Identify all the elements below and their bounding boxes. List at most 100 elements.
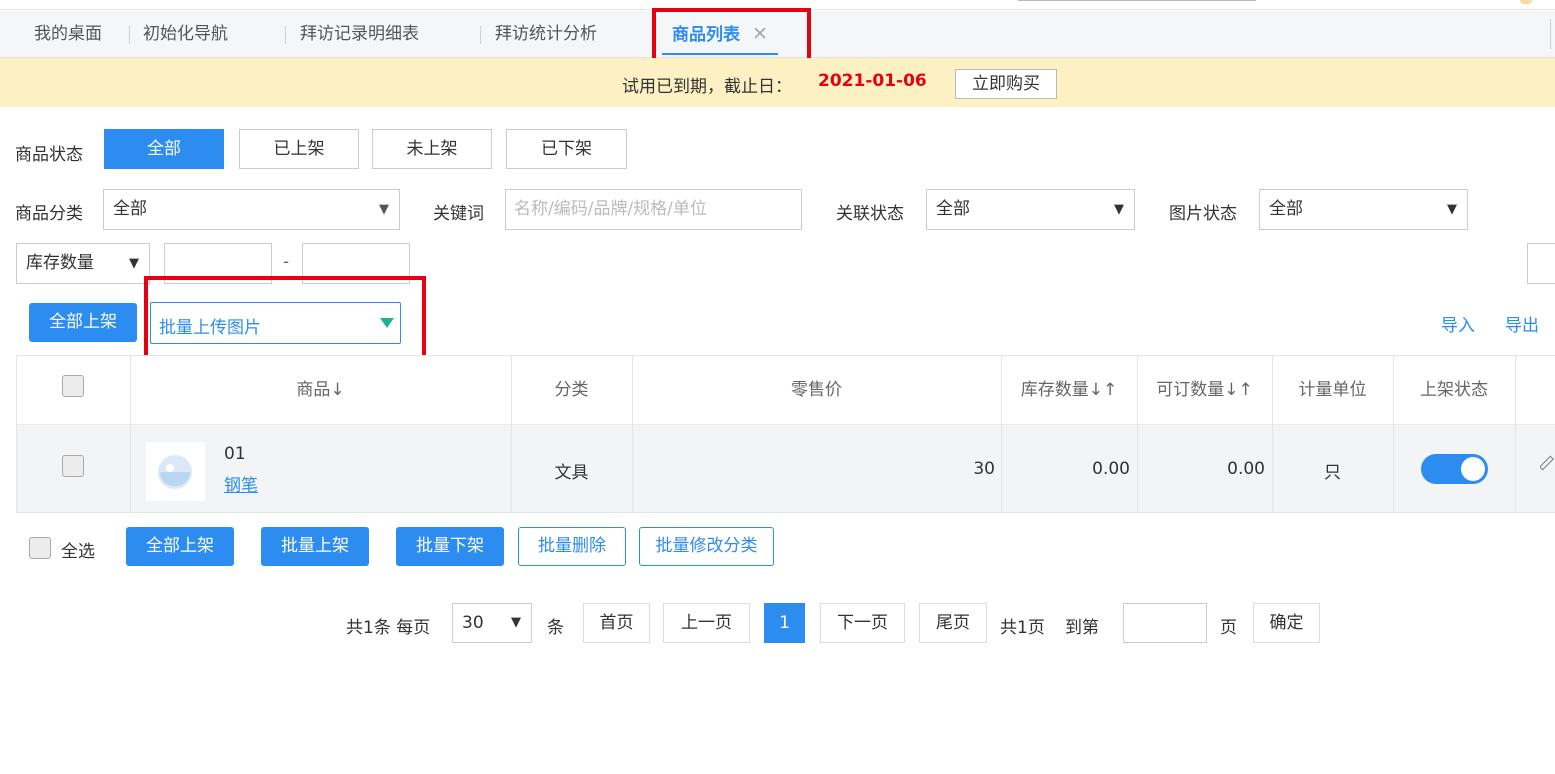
stock-max-input[interactable] (302, 243, 410, 284)
pen-shape (1540, 455, 1554, 471)
tab-label: 拜访统计分析 (495, 24, 597, 44)
stock-min-input[interactable] (164, 243, 272, 284)
product-code: 01 (224, 444, 246, 464)
tab-visit-stats[interactable]: 拜访统计分析 (495, 11, 597, 58)
image-status-value: 全部 (1269, 199, 1303, 219)
stock-field-value: 库存数量 (26, 253, 94, 273)
batch-upload-image-select[interactable]: 批量上传图片 (150, 302, 401, 344)
tab-init-nav[interactable]: 初始化导航 (143, 11, 228, 58)
product-image-placeholder-icon[interactable] (146, 442, 205, 501)
expire-date: 2021-01-06 (818, 71, 927, 91)
last-page-button[interactable]: 尾页 (919, 603, 987, 643)
product-category: 文具 (554, 463, 589, 483)
keyword-input[interactable]: 名称/编码/品牌/规格/单位 (505, 189, 802, 230)
batch-modify-category-button[interactable]: 批量修改分类 (639, 527, 774, 566)
bottom-all-on-shelf-button[interactable]: 全部上架 (126, 527, 234, 566)
tab-separator (480, 26, 481, 44)
product-stock: 0.00 (1092, 459, 1130, 479)
table-col-divider (130, 356, 131, 513)
tab-active-underline (662, 53, 778, 55)
status-off-shelf-button[interactable]: 已下架 (506, 129, 627, 169)
tab-product-list[interactable]: 商品列表 ✕ (662, 11, 778, 58)
batch-upload-image-label: 批量上传图片 (159, 318, 261, 338)
toggle-knob (1461, 457, 1485, 481)
image-status-select[interactable]: 全部 ▼ (1259, 189, 1468, 230)
tab-label: 商品列表 (672, 25, 740, 45)
window-top-strip (0, 0, 1555, 10)
image-status-label: 图片状态 (1169, 204, 1237, 224)
batch-on-shelf-button[interactable]: 批量上架 (261, 527, 369, 566)
export-link[interactable]: 导出 (1505, 311, 1539, 336)
page-size-unit: 条 (547, 618, 564, 638)
shelf-status-toggle[interactable] (1421, 454, 1488, 484)
page-word: 页 (1220, 618, 1237, 638)
stock-field-select[interactable]: 库存数量 ▼ (16, 243, 150, 284)
buy-now-button[interactable]: 立即购买 (955, 69, 1057, 99)
category-select[interactable]: 全部 ▼ (103, 189, 400, 230)
tab-bar: 我的桌面 初始化导航 拜访记录明细表 拜访统计分析 商品列表 ✕ (0, 11, 1555, 58)
edit-icon[interactable] (1540, 453, 1555, 473)
tab-label: 初始化导航 (143, 24, 228, 44)
category-filter-label: 商品分类 (15, 204, 83, 224)
prev-page-button[interactable]: 上一页 (663, 603, 750, 643)
goto-confirm-button[interactable]: 确定 (1253, 603, 1320, 643)
all-on-shelf-button[interactable]: 全部上架 (29, 303, 137, 342)
page-size-value: 30 (462, 613, 484, 633)
page-size-select[interactable]: 30 ▼ (452, 603, 532, 643)
top-avatar-edge (1520, 0, 1532, 4)
goto-page-input[interactable] (1123, 603, 1207, 643)
category-select-value: 全部 (113, 199, 147, 219)
table-col-divider (511, 356, 512, 513)
tab-desktop[interactable]: 我的桌面 (34, 11, 102, 58)
header-stock[interactable]: 库存数量↓↑ (1001, 356, 1137, 424)
status-filter-label: 商品状态 (15, 145, 83, 165)
tab-label: 我的桌面 (34, 24, 102, 44)
table-border (16, 356, 17, 513)
batch-off-shelf-button[interactable]: 批量下架 (396, 527, 504, 566)
keyword-label: 关键词 (433, 204, 484, 224)
tab-bar-edge (1550, 19, 1551, 49)
table-row[interactable]: 01 钢笔 文具 30 0.00 0.00 只 (16, 424, 1555, 513)
goto-text: 到第 (1065, 618, 1099, 638)
image-icon-sun (166, 464, 174, 472)
header-shelf-status: 上架状态 (1420, 380, 1488, 400)
first-page-button[interactable]: 首页 (583, 603, 650, 643)
status-all-button[interactable]: 全部 (104, 129, 224, 169)
pagination-total: 共1条 每页 (346, 618, 431, 638)
product-table: 商品↓ 分类 零售价 库存数量↓↑ 可订数量↓↑ 计量单位 上架状态 01 钢笔… (16, 355, 1555, 513)
product-name-link[interactable]: 钢笔 (224, 471, 258, 496)
status-on-shelf-button[interactable]: 已上架 (239, 129, 359, 169)
header-product[interactable]: 商品↓ (130, 356, 511, 424)
dropdown-arrow-icon: ▼ (129, 256, 139, 271)
header-checkbox[interactable] (62, 375, 84, 397)
product-orderable: 0.00 (1227, 459, 1265, 479)
table-col-divider (632, 356, 633, 513)
table-col-divider (1393, 356, 1394, 513)
header-orderable[interactable]: 可订数量↓↑ (1137, 356, 1272, 424)
tab-separator (129, 26, 130, 44)
link-status-label: 关联状态 (836, 204, 904, 224)
search-input-edge[interactable] (1527, 243, 1555, 284)
close-icon[interactable]: ✕ (752, 23, 768, 45)
header-category: 分类 (554, 380, 589, 400)
expire-banner: 试用已到期，截止日： 2021-01-06 立即购买 (0, 58, 1555, 107)
select-all-checkbox[interactable] (29, 537, 51, 559)
product-unit: 只 (1324, 463, 1341, 483)
table-col-divider (1272, 356, 1273, 513)
header-unit: 计量单位 (1298, 380, 1367, 400)
select-all-label[interactable]: 全选 (61, 537, 95, 562)
dropdown-arrow-icon: ▼ (1447, 202, 1457, 217)
import-link[interactable]: 导入 (1441, 311, 1475, 336)
table-col-divider (1001, 356, 1002, 513)
range-separator: - (283, 252, 290, 272)
table-col-divider (1137, 356, 1138, 513)
status-not-shelved-button[interactable]: 未上架 (372, 129, 492, 169)
batch-delete-button[interactable]: 批量删除 (518, 527, 626, 566)
row-checkbox[interactable] (62, 455, 84, 477)
total-pages-text: 共1页 (1000, 618, 1045, 638)
current-page-button[interactable]: 1 (764, 603, 805, 643)
dropdown-arrow-icon: ▼ (1114, 202, 1124, 217)
next-page-button[interactable]: 下一页 (820, 603, 905, 643)
link-status-select[interactable]: 全部 ▼ (926, 189, 1135, 230)
tab-visit-detail[interactable]: 拜访记录明细表 (300, 11, 419, 58)
